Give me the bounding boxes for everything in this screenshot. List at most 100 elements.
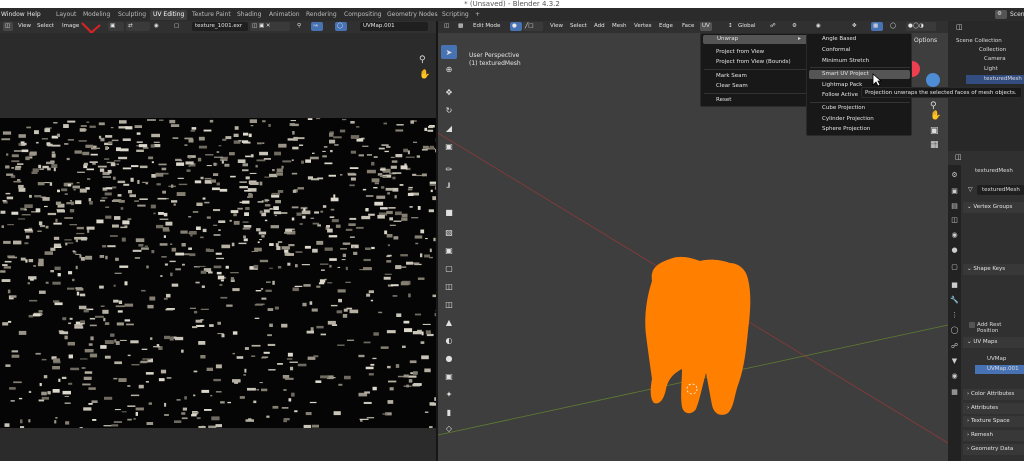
scene-name[interactable]: Scen [1010,10,1024,19]
data-tab-icon[interactable]: ▼ [949,356,960,367]
add-workspace-button[interactable]: + [472,10,483,20]
material-tab-icon[interactable]: ◉ [949,371,960,382]
sticky-mode-icon[interactable]: ◉ [152,22,170,31]
view-layer-tab-icon[interactable]: ◫ [949,215,960,226]
uv-menu-unwrap[interactable]: Unwrap [703,35,809,44]
tab-shading[interactable]: Shading [234,10,264,20]
panel-geometry-data[interactable]: › Geometry Data [963,444,1024,455]
pivot-icon[interactable]: ☍ [768,22,788,31]
viewport-menu-edge[interactable]: Edge [657,22,675,31]
options-dropdown[interactable]: Options [914,37,937,44]
panel-shape-keys[interactable]: ⌄ Shape Keys [963,264,1024,275]
menu-help[interactable]: Help [27,10,41,19]
panel-attributes[interactable]: › Attributes [963,403,1024,414]
edge-face-select-icons[interactable]: ╱□ [523,22,543,31]
add-rest-position-checkbox[interactable] [969,322,975,328]
mesh-name-field[interactable]: texturedMesh [977,185,1024,195]
viewport-pan-icon[interactable]: ✋ [930,111,941,121]
collection-tab-icon[interactable]: ▢ [949,262,960,273]
image-menu-select[interactable]: Select [35,22,56,31]
pin-icon[interactable]: ⚲ [295,22,303,31]
uv-map-item-uvmap[interactable]: UVMap [975,355,1024,364]
annotate-tool-icon[interactable]: ✏ [441,162,457,176]
tab-layout[interactable]: Layout [53,10,79,20]
outliner-filter-icon[interactable]: ◫ [956,23,963,31]
uv-menu-project-from-view-bounds[interactable]: Project from View (Bounds) [716,58,791,67]
uv-map-field[interactable]: UVMap.001 [360,22,428,31]
uv-menu-reset[interactable]: Reset [716,96,731,105]
outliner-item-light[interactable]: Light [984,66,998,72]
world-tab-icon[interactable]: ● [949,245,960,256]
viewport-menu-uv[interactable]: UV [700,22,712,31]
tab-texture-paint[interactable]: Texture Paint [189,10,234,20]
viewport-menu-select[interactable]: Select [568,22,589,31]
particles-tab-icon[interactable]: ⋮ [949,310,960,321]
uv-menu-clear-seam[interactable]: Clear Seam [716,82,748,91]
scale-tool-icon[interactable]: ◢ [441,121,457,135]
tab-animation[interactable]: Animation [266,10,303,20]
measure-tool-icon[interactable]: ┚ [441,180,457,194]
viewport-editor-type-icon[interactable]: ◫ [442,22,452,31]
modifier-tab-icon[interactable]: 🔧 [949,295,960,306]
uv-sync-icon[interactable]: ⇄ [126,22,150,31]
knife-tool-icon[interactable]: ◫ [441,297,457,311]
outliner-item-collection[interactable]: Collection [979,47,1006,53]
unwrap-lightmap-pack[interactable]: Lightmap Pack [822,81,862,90]
transform-tool-icon[interactable]: ▣ [441,139,457,153]
tab-modeling[interactable]: Modeling [80,10,113,20]
panel-uv-maps[interactable]: ⌄ UV Maps [963,337,1024,348]
tab-rendering[interactable]: Rendering [303,10,340,20]
viewport-menu-face[interactable]: Face [680,22,696,31]
outliner-item-scene-collection[interactable]: Scene Collection [956,38,1002,44]
image-name-field[interactable]: texture_1001.exr [192,22,248,31]
gizmo-icon[interactable]: ✥ [850,22,868,31]
shading-mode-icons[interactable]: ●◯◑ [906,22,936,31]
image-menu-image[interactable]: Image [60,22,81,31]
uv-menu-mark-seam[interactable]: Mark Seam [716,72,747,81]
outliner-item-camera[interactable]: Camera [984,56,1006,62]
smooth-tool-icon[interactable]: ● [441,351,457,365]
unwrap-conformal[interactable]: Conformal [822,46,850,55]
snapping-icon[interactable]: ⚙ [790,22,812,31]
proportional-icon[interactable]: ◉ [814,22,822,31]
overlay-icon[interactable]: ◯ [335,22,347,31]
viewport-menu-view[interactable]: View [548,22,565,31]
shear-tool-icon[interactable]: ▮ [441,405,457,419]
uv-select-mode-icon[interactable]: ▣ [108,22,124,31]
scene-icon[interactable]: ⚙ [995,10,1007,19]
image-menu-view[interactable]: View [16,22,33,31]
panel-vertex-groups[interactable]: ⌄ Vertex Groups [963,202,1024,213]
panel-color-attributes[interactable]: › Color Attributes [963,389,1024,400]
scene-tab-icon[interactable]: ◉ [949,230,960,241]
inset-tool-icon[interactable]: ▣ [441,243,457,257]
viewport-camera-icon[interactable]: ▣ [930,126,939,136]
orientation-dropdown[interactable]: Global [736,22,758,31]
move-tool-icon[interactable]: ✥ [441,85,457,99]
editor-type-icon[interactable]: ◫ [3,22,13,31]
tab-uv-editing[interactable]: UV Editing [150,10,188,20]
render-tab-icon[interactable]: ▣ [949,186,960,197]
outliner-item-texturedmesh[interactable]: texturedMesh [966,75,1024,84]
constraints-tab-icon[interactable]: ☍ [949,341,960,352]
physics-tab-icon[interactable]: ◯ [949,325,960,336]
viewport-menu-vertex[interactable]: Vertex [632,22,654,31]
properties-editor-type-icon[interactable]: ◫ [955,153,962,161]
tab-sculpting[interactable]: Sculpting [115,10,149,20]
vertex-select-icon[interactable]: ● [510,22,522,31]
tool-tab-icon[interactable]: ⚙ [949,170,960,181]
snap-icon[interactable]: ↝ [311,22,323,31]
tab-geometry-nodes[interactable]: Geometry Nodes [384,10,441,20]
select-tool-icon[interactable]: ➤ [441,45,457,59]
overlays-icon[interactable]: ◯ [888,22,902,31]
tab-compositing[interactable]: Compositing [341,10,385,20]
rotate-tool-icon[interactable]: ↻ [441,103,457,117]
axis-gizmo-z-icon[interactable] [926,73,940,87]
panel-texture-space[interactable]: › Texture Space [963,416,1024,427]
unwrap-cylinder-projection[interactable]: Cylinder Projection [822,115,874,124]
cursor-tool-icon[interactable]: ⊕ [441,62,457,76]
unwrap-cube-projection[interactable]: Cube Projection [822,104,865,113]
xray-icon[interactable]: ▦ [871,22,883,31]
menu-window[interactable]: Window [1,10,25,19]
object-tab-icon[interactable]: ■ [949,280,960,291]
mode-dropdown[interactable]: Edit Mode [471,22,502,31]
